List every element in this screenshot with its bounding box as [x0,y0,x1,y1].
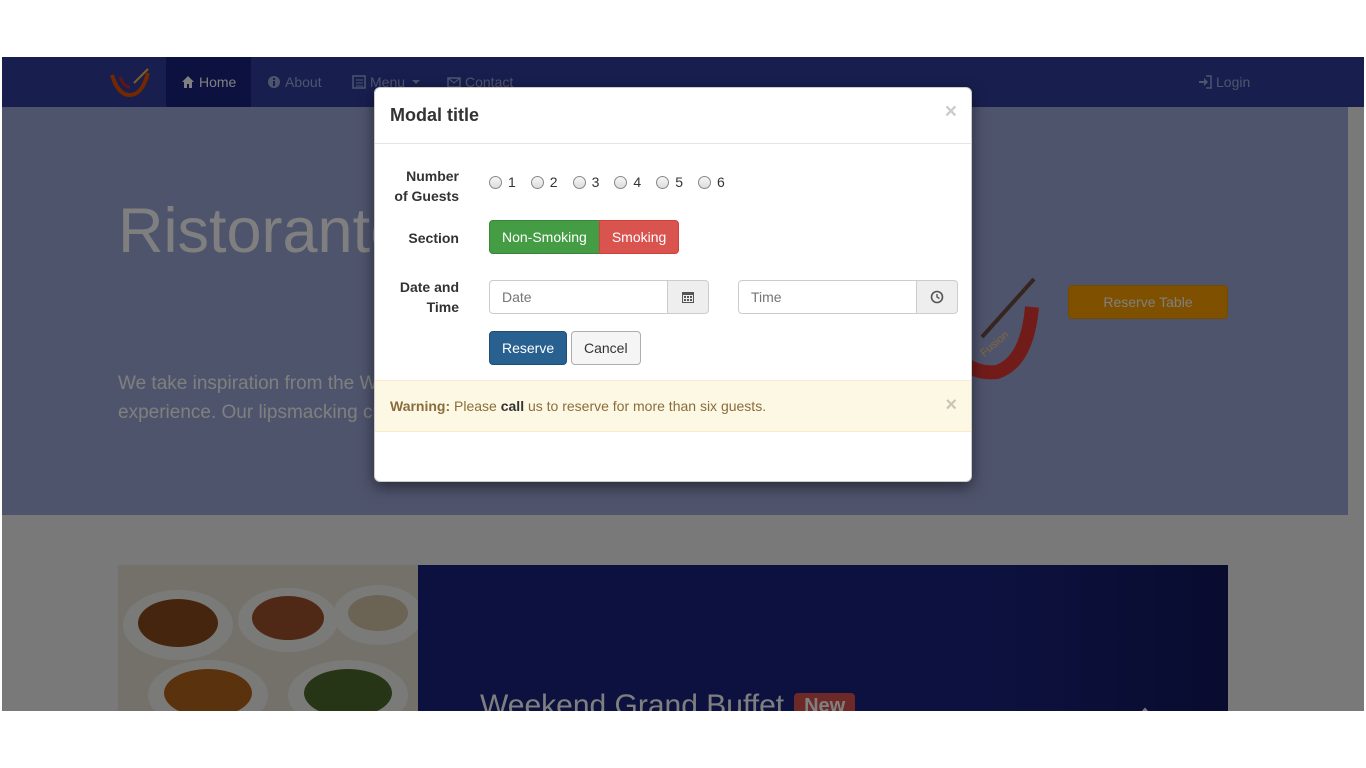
clock-icon [930,290,944,304]
guest-option-1[interactable]: 1 [489,174,516,190]
guest-radio-group: 1 2 3 4 5 6 [489,174,740,190]
guest-option-6[interactable]: 6 [697,174,725,190]
non-smoking-button[interactable]: Non-Smoking [489,220,600,254]
guest-option-3[interactable]: 3 [572,174,600,190]
radio-button[interactable] [697,175,711,189]
guest-option-label: 1 [508,174,516,190]
datetime-label-line1: Date and [399,279,459,295]
warning-text-after: us to reserve for more than six guests. [524,398,767,414]
guest-option-label: 4 [633,174,642,190]
radio-button[interactable] [656,175,670,189]
section-button-group: Non-Smoking Smoking [489,220,680,254]
cancel-button[interactable]: Cancel [571,331,641,365]
guests-label-line2: of Guests [394,188,459,204]
warning-label: Warning: [390,398,451,414]
modal-title: Modal title [390,105,479,125]
radio-button[interactable] [489,175,502,189]
reserve-button[interactable]: Reserve [489,331,568,365]
radio-button[interactable] [614,175,628,189]
datetime-label-line2: Time [426,299,459,315]
warning-text-before: Please [450,398,501,414]
clock-button[interactable] [917,280,958,314]
alert-close-button[interactable]: × [945,395,957,415]
warning-call-word: call [500,398,525,414]
guest-option-2[interactable]: 2 [530,174,558,190]
guests-label-line1: Number [406,168,459,184]
modal-close-button[interactable]: × [945,101,957,122]
date-input[interactable] [489,280,668,314]
radio-button[interactable] [572,175,586,189]
section-label: Section [408,230,459,246]
time-input-group [738,280,958,314]
calendar-icon [682,292,694,303]
calendar-button[interactable] [668,280,709,314]
guest-option-label: 5 [675,174,683,190]
guest-option-5[interactable]: 5 [656,174,683,190]
date-input-group [489,280,709,314]
radio-button[interactable] [530,175,544,189]
guests-label: Number of Guests [375,166,459,206]
smoking-button[interactable]: Smoking [598,220,680,254]
warning-alert-text: Warning: Please call us to reserve for m… [390,398,766,414]
browser-viewport: Home About Menu Contact Login Ristorante… [2,57,1364,711]
modal-header: Modal title × [375,88,971,144]
reservation-modal: Modal title × Number of Guests 1 2 3 4 5… [374,87,972,482]
guest-option-label: 3 [591,174,600,190]
guest-option-4[interactable]: 4 [614,174,641,190]
guest-option-label: 6 [716,174,725,190]
guest-option-label: 2 [549,174,558,190]
datetime-label: Date and Time [375,277,459,317]
warning-alert: Warning: Please call us to reserve for m… [375,380,971,432]
time-input[interactable] [738,280,917,314]
